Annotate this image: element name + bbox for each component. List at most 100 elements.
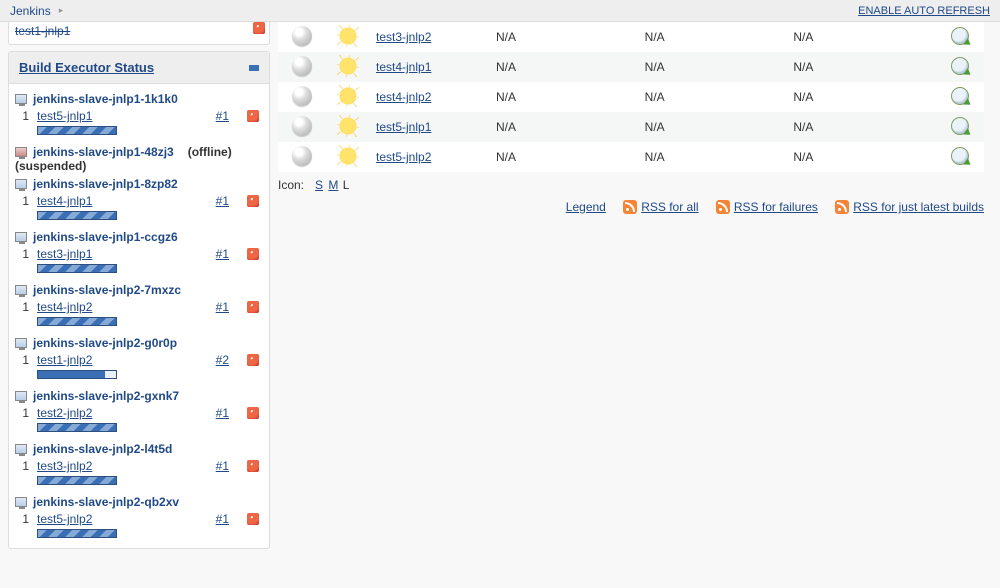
breadcrumb-root[interactable]: Jenkins: [10, 4, 51, 18]
last-duration: N/A: [787, 22, 936, 52]
cancel-icon[interactable]: [247, 248, 259, 260]
job-link[interactable]: test1-jnlp1: [15, 24, 70, 38]
status-ball-icon: [292, 26, 312, 46]
rss-latest-link[interactable]: RSS for just latest builds: [835, 200, 984, 214]
job-link[interactable]: test3-jnlp1: [37, 247, 92, 261]
status-ball-icon: [292, 56, 312, 76]
last-duration: N/A: [787, 82, 936, 112]
project-table: test3-jnlp2N/AN/AN/Atest4-jnlp1N/AN/AN/A…: [278, 22, 984, 172]
table-row: test3-jnlp2N/AN/AN/A: [278, 22, 984, 52]
job-link[interactable]: test5-jnlp2: [37, 512, 92, 526]
node-link[interactable]: jenkins-slave-jnlp2-g0r0p: [33, 336, 177, 350]
progress-bar[interactable]: [37, 370, 117, 379]
cancel-icon[interactable]: [247, 301, 259, 313]
executor-row: 1 test3-jnlp2 #1: [15, 456, 263, 491]
last-failure: N/A: [639, 22, 788, 52]
table-row: test4-jnlp2N/AN/AN/A: [278, 82, 984, 112]
executor-row: 1 test5-jnlp1 #1: [15, 106, 263, 141]
computer-icon: [15, 94, 27, 104]
job-name-link[interactable]: test3-jnlp2: [376, 30, 431, 44]
computer-icon: [15, 338, 27, 348]
node-link[interactable]: jenkins-slave-jnlp1-ccgz6: [33, 230, 178, 244]
schedule-build-icon[interactable]: [951, 117, 969, 135]
icon-size-s[interactable]: S: [315, 178, 323, 192]
job-link[interactable]: test2-jnlp2: [37, 406, 92, 420]
cancel-icon[interactable]: [247, 110, 259, 122]
node-link[interactable]: jenkins-slave-jnlp2-qb2xv: [33, 495, 179, 509]
executor-node: jenkins-slave-jnlp1-1k1k0 1 test5-jnlp1 #1: [15, 88, 263, 141]
node-link[interactable]: jenkins-slave-jnlp2-gxnk7: [33, 389, 179, 403]
table-row: test5-jnlp1N/AN/AN/A: [278, 112, 984, 142]
executor-number: 1: [15, 406, 29, 420]
computer-icon: [15, 179, 27, 189]
computer-icon: [15, 147, 27, 157]
schedule-build-icon[interactable]: [951, 87, 969, 105]
rss-failures-link[interactable]: RSS for failures: [716, 200, 818, 214]
table-row: test5-jnlp2N/AN/AN/A: [278, 142, 984, 172]
build-number-link[interactable]: #1: [216, 459, 229, 473]
executor-number: 1: [15, 109, 29, 123]
node-link[interactable]: jenkins-slave-jnlp1-48zj3: [33, 145, 174, 159]
computer-icon: [15, 444, 27, 454]
cancel-icon[interactable]: [247, 354, 259, 366]
progress-bar[interactable]: [37, 126, 117, 135]
job-name-link[interactable]: test5-jnlp2: [376, 150, 431, 164]
last-failure: N/A: [639, 112, 788, 142]
job-link[interactable]: test4-jnlp1: [37, 194, 92, 208]
rss-all-link[interactable]: RSS for all: [623, 200, 698, 214]
schedule-build-icon[interactable]: [951, 27, 969, 45]
computer-icon: [15, 391, 27, 401]
progress-bar[interactable]: [37, 317, 117, 326]
collapse-icon[interactable]: [249, 65, 259, 71]
icon-size-m[interactable]: M: [328, 178, 338, 192]
executor-row: 1 test4-jnlp1 #1: [15, 191, 263, 226]
weather-sun-icon: [337, 25, 359, 47]
job-name-link[interactable]: test4-jnlp2: [376, 90, 431, 104]
schedule-build-icon[interactable]: [951, 147, 969, 165]
cancel-icon[interactable]: [247, 460, 259, 472]
executor-number: 1: [15, 194, 29, 208]
progress-bar[interactable]: [37, 211, 117, 220]
table-row: test4-jnlp1N/AN/AN/A: [278, 52, 984, 82]
schedule-build-icon[interactable]: [951, 57, 969, 75]
progress-bar[interactable]: [37, 423, 117, 432]
build-number-link[interactable]: #2: [216, 353, 229, 367]
build-number-link[interactable]: #1: [216, 247, 229, 261]
progress-bar[interactable]: [37, 529, 117, 538]
progress-bar[interactable]: [37, 264, 117, 273]
last-success: N/A: [490, 52, 639, 82]
breadcrumb-bar: Jenkins ▸ ENABLE AUTO REFRESH: [0, 0, 1000, 22]
build-number-link[interactable]: #1: [216, 512, 229, 526]
legend-link[interactable]: Legend: [566, 200, 606, 214]
executor-node: jenkins-slave-jnlp2-gxnk7 1 test2-jnlp2 #1: [15, 385, 263, 438]
node-link[interactable]: jenkins-slave-jnlp1-1k1k0: [33, 92, 178, 106]
job-name-link[interactable]: test4-jnlp1: [376, 60, 431, 74]
job-link[interactable]: test5-jnlp1: [37, 109, 92, 123]
node-link[interactable]: jenkins-slave-jnlp2-7mxzc: [33, 283, 181, 297]
icon-size-label: Icon:: [278, 178, 304, 192]
node-link[interactable]: jenkins-slave-jnlp2-l4t5d: [33, 442, 172, 456]
enable-auto-refresh-link[interactable]: ENABLE AUTO REFRESH: [858, 5, 990, 17]
executor-number: 1: [15, 459, 29, 473]
executor-node: jenkins-slave-jnlp2-l4t5d 1 test3-jnlp2 #1: [15, 438, 263, 491]
build-executor-title[interactable]: Build Executor Status: [19, 60, 154, 75]
cancel-icon[interactable]: [247, 407, 259, 419]
node-link[interactable]: jenkins-slave-jnlp1-8zp82: [33, 177, 178, 191]
last-failure: N/A: [639, 52, 788, 82]
job-link[interactable]: test1-jnlp2: [37, 353, 92, 367]
job-link[interactable]: test3-jnlp2: [37, 459, 92, 473]
status-ball-icon: [292, 86, 312, 106]
weather-sun-icon: [337, 55, 359, 77]
last-success: N/A: [490, 142, 639, 172]
cancel-icon[interactable]: [247, 195, 259, 207]
build-number-link[interactable]: #1: [216, 109, 229, 123]
cancel-icon[interactable]: [253, 22, 265, 34]
progress-bar[interactable]: [37, 476, 117, 485]
executor-number: 1: [15, 512, 29, 526]
build-number-link[interactable]: #1: [216, 194, 229, 208]
build-number-link[interactable]: #1: [216, 406, 229, 420]
build-number-link[interactable]: #1: [216, 300, 229, 314]
cancel-icon[interactable]: [247, 513, 259, 525]
job-link[interactable]: test4-jnlp2: [37, 300, 92, 314]
job-name-link[interactable]: test5-jnlp1: [376, 120, 431, 134]
